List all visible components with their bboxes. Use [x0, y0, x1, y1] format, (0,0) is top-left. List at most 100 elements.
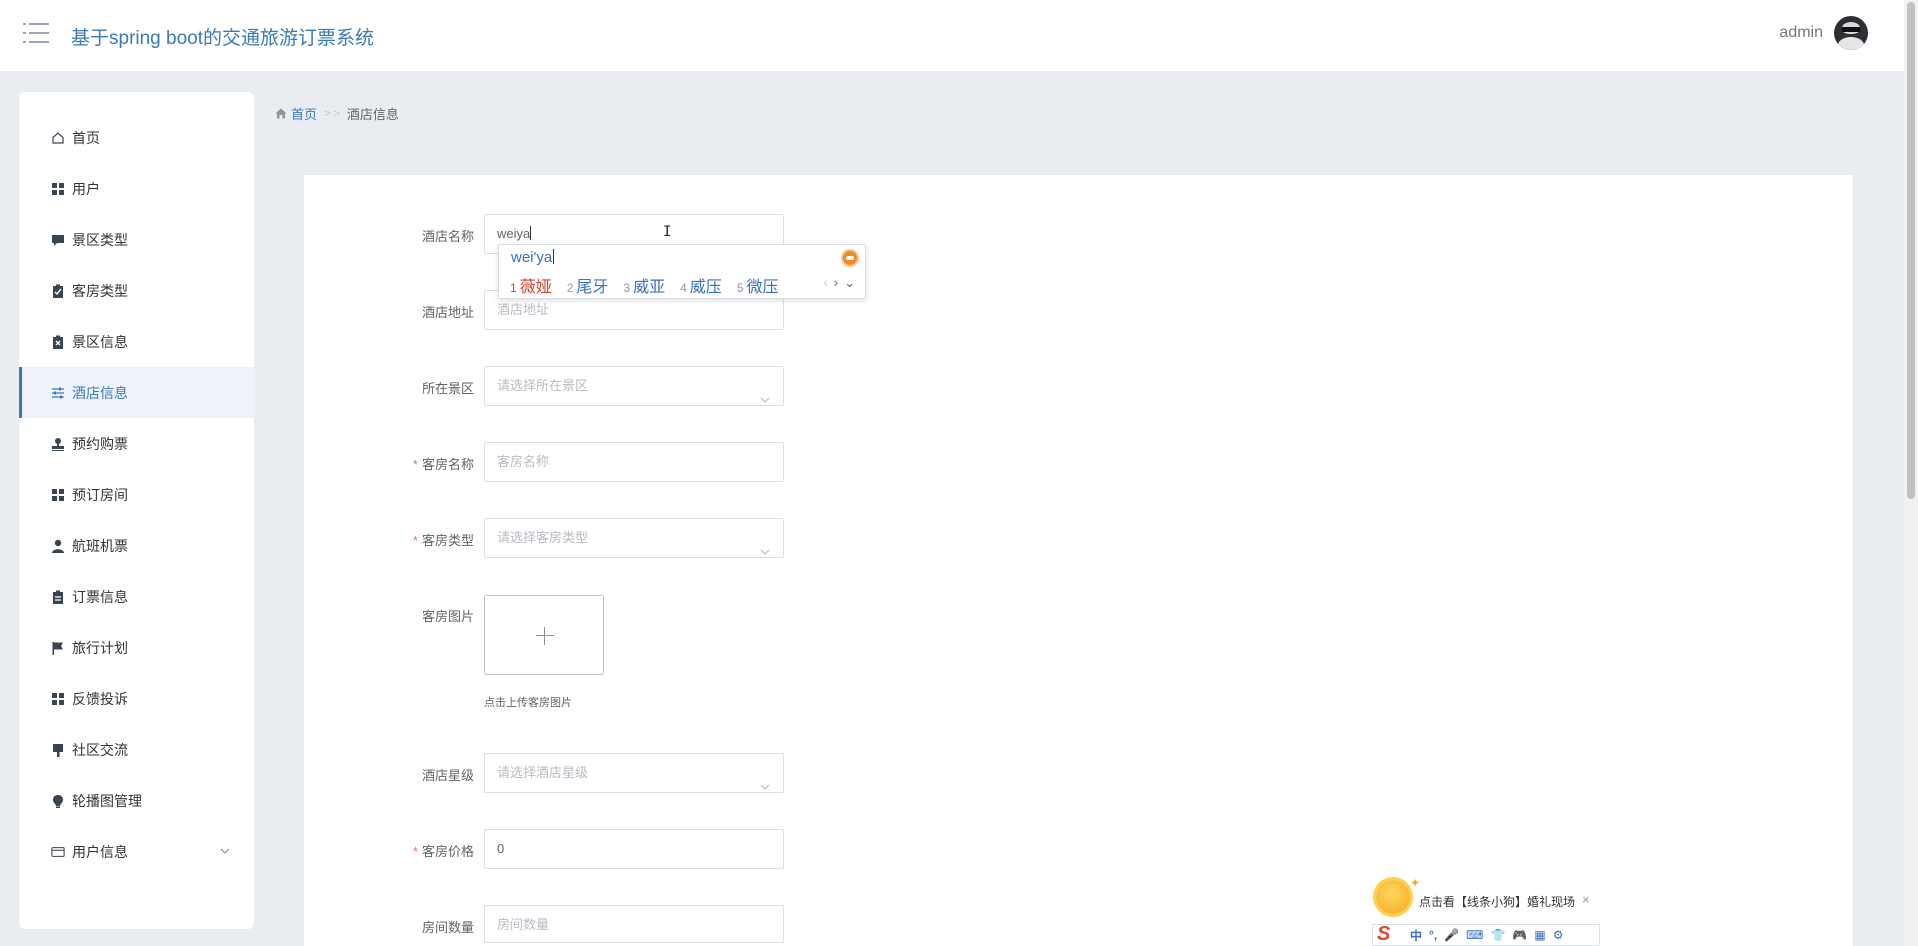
room-price-label: * 客房价格	[412, 844, 474, 859]
ime-candidate-window: wei'ya 1 薇娅 2 尾牙 3 威亚 4 威压 5 微压 ‹ › ⌄	[498, 244, 866, 299]
ime-pinyin: wei'ya	[511, 249, 555, 266]
clipboard-icon	[51, 590, 65, 604]
top-header: 基于spring boot的交通旅游订票系统 admin	[0, 0, 1904, 71]
sun-icon	[1376, 880, 1410, 914]
page-scrollbar[interactable]	[1904, 0, 1918, 946]
text-cursor-icon: I	[663, 224, 672, 240]
settings-icon[interactable]: ⚙	[1553, 928, 1564, 942]
ime-prev-icon[interactable]: ‹	[823, 275, 827, 291]
chevron-down-icon	[759, 769, 771, 807]
card-icon	[51, 845, 65, 859]
ime-candidate[interactable]: 3 威亚	[623, 273, 665, 297]
keyboard-icon[interactable]: ⌨	[1466, 928, 1483, 942]
flag-icon	[51, 641, 65, 655]
sidebar-item-feedback[interactable]: 反馈投诉	[19, 673, 254, 724]
skin-icon[interactable]: 👕	[1490, 928, 1505, 942]
ime-logo-icon[interactable]	[841, 249, 859, 267]
menu-toggle-icon[interactable]	[23, 22, 49, 44]
scenic-area-label: 所在景区	[421, 381, 474, 396]
chevron-down-icon	[759, 382, 771, 420]
sidebar-item-user-info[interactable]: 用户信息	[19, 826, 254, 877]
sidebar-item-carousel[interactable]: 轮播图管理	[19, 775, 254, 826]
room-price-input[interactable]: 0	[484, 829, 784, 869]
breadcrumb-home-link[interactable]: 首页	[275, 104, 317, 123]
room-image-label: 客房图片	[421, 609, 474, 624]
app-title: 基于spring boot的交通旅游订票系统	[71, 28, 375, 49]
sidebar-item-label: 订票信息	[72, 588, 128, 605]
game-icon[interactable]: 🎮	[1512, 928, 1527, 942]
sidebar: 首页 用户 景区类型 客房类型 景区信息 酒店信息 预约购票 预订房间 航班机票…	[19, 92, 254, 929]
home-icon	[275, 108, 287, 119]
breadcrumb-current: 酒店信息	[346, 107, 399, 122]
stamp-icon	[51, 437, 65, 451]
sidebar-item-order-info[interactable]: 订票信息	[19, 571, 254, 622]
hotel-address-label: 酒店地址	[421, 305, 474, 320]
sidebar-item-flight-ticket[interactable]: 航班机票	[19, 520, 254, 571]
ime-mode-toggle[interactable]: 中	[1410, 927, 1422, 944]
ime-next-icon[interactable]: ›	[834, 275, 838, 291]
room-image-upload[interactable]	[484, 595, 604, 675]
ime-toolbar: S 中 °, 🎤 ⌨ 👕 🎮 ▦ ⚙	[1372, 924, 1600, 946]
ime-candidate[interactable]: 4 威压	[680, 273, 722, 297]
room-count-input[interactable]: 房间数量	[484, 905, 784, 943]
sidebar-item-travel-plan[interactable]: 旅行计划	[19, 622, 254, 673]
sidebar-item-community[interactable]: 社区交流	[19, 724, 254, 775]
sidebar-item-label: 客房类型	[72, 282, 128, 299]
chevron-down-icon	[759, 534, 771, 572]
scenic-area-select[interactable]: 请选择所在景区	[484, 366, 784, 406]
avatar[interactable]	[1834, 16, 1868, 50]
sidebar-item-users[interactable]: 用户	[19, 163, 254, 214]
ime-expand-icon[interactable]: ⌄	[844, 275, 855, 291]
hotel-star-select[interactable]: 请选择酒店星级	[484, 753, 784, 793]
sidebar-item-label: 社区交流	[72, 741, 128, 758]
sidebar-item-label: 预约购票	[72, 435, 128, 452]
sidebar-item-label: 酒店信息	[72, 384, 128, 401]
sidebar-item-hotel-info[interactable]: 酒店信息	[19, 367, 254, 418]
ime-candidate[interactable]: 5 微压	[737, 273, 779, 297]
bulb-icon	[51, 794, 65, 808]
sidebar-item-ticket-booking[interactable]: 预约购票	[19, 418, 254, 469]
sogou-logo-icon[interactable]: S	[1377, 924, 1403, 946]
sidebar-item-label: 轮播图管理	[72, 792, 142, 809]
sliders-icon	[51, 386, 65, 400]
grid-icon	[51, 488, 65, 502]
breadcrumb: 首页 > > 酒店信息	[275, 104, 399, 123]
sidebar-item-room-booking[interactable]: 预订房间	[19, 469, 254, 520]
upload-hint: 点击上传客房图片	[484, 697, 572, 709]
sidebar-item-scenic-info[interactable]: 景区信息	[19, 316, 254, 367]
sidebar-item-room-type[interactable]: 客房类型	[19, 265, 254, 316]
clipboard-x-icon	[51, 335, 65, 349]
sidebar-item-label: 用户信息	[72, 843, 128, 860]
room-type-label: * 客房类型	[412, 533, 474, 548]
breadcrumb-home-label: 首页	[291, 107, 318, 122]
sidebar-item-label: 用户	[72, 180, 100, 197]
breadcrumb-separator: > >	[324, 107, 340, 120]
sidebar-item-label: 旅行计划	[72, 639, 128, 656]
room-type-select[interactable]: 请选择客房类型	[484, 518, 784, 558]
ad-popup: ✦ 点击看【线条小狗】婚礼现场 × S 中 °, 🎤 ⌨ 👕 🎮 ▦ ⚙	[1372, 876, 1600, 946]
close-icon[interactable]: ×	[1582, 892, 1590, 907]
punctuation-icon[interactable]: °,	[1429, 928, 1437, 942]
sidebar-item-label: 首页	[72, 129, 100, 146]
home-icon	[51, 131, 65, 145]
room-name-input[interactable]: 客房名称	[484, 442, 784, 482]
toolbox-icon[interactable]: ▦	[1534, 928, 1545, 942]
comment-icon	[51, 233, 65, 247]
scrollbar-thumb[interactable]	[1907, 2, 1915, 499]
grid-icon	[51, 692, 65, 706]
clipboard-check-icon	[51, 284, 65, 298]
room-count-label: 房间数量	[421, 920, 474, 935]
sidebar-item-scenic-type[interactable]: 景区类型	[19, 214, 254, 265]
sidebar-item-home[interactable]: 首页	[19, 112, 254, 163]
sidebar-item-label: 反馈投诉	[72, 690, 128, 707]
chevron-down-icon	[219, 844, 231, 860]
sidebar-item-label: 航班机票	[72, 537, 128, 554]
microphone-icon[interactable]: 🎤	[1444, 928, 1459, 942]
ad-text[interactable]: 点击看【线条小狗】婚礼现场	[1419, 893, 1575, 910]
ime-candidate[interactable]: 1 薇娅	[510, 273, 552, 297]
user-name[interactable]: admin	[1779, 24, 1823, 42]
brush-icon	[51, 743, 65, 757]
ime-candidate[interactable]: 2 尾牙	[567, 273, 609, 297]
sidebar-item-label: 预订房间	[72, 486, 128, 503]
grid-icon	[51, 182, 65, 196]
